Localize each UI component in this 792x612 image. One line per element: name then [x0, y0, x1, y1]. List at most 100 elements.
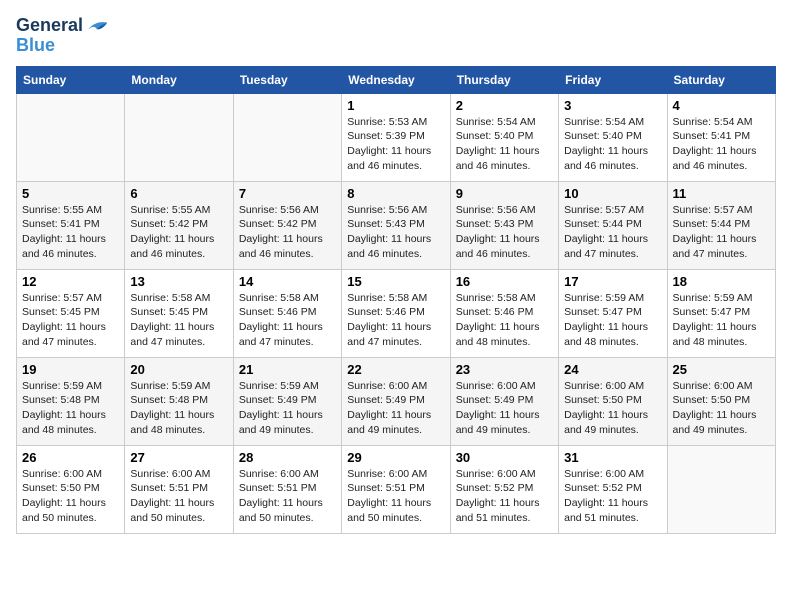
day-number: 13: [130, 274, 227, 289]
day-info: Sunrise: 5:53 AM Sunset: 5:39 PM Dayligh…: [347, 115, 444, 174]
day-info: Sunrise: 6:00 AM Sunset: 5:50 PM Dayligh…: [22, 467, 119, 526]
calendar-cell: 16 Sunrise: 5:58 AM Sunset: 5:46 PM Dayli…: [450, 269, 558, 357]
calendar-week-2: 5 Sunrise: 5:55 AM Sunset: 5:41 PM Daylig…: [17, 181, 776, 269]
day-info: Sunrise: 6:00 AM Sunset: 5:52 PM Dayligh…: [564, 467, 661, 526]
calendar-week-5: 26Sunrise: 6:00 AM Sunset: 5:50 PM Dayli…: [17, 445, 776, 533]
day-info: Sunrise: 6:00 AM Sunset: 5:49 PM Dayligh…: [347, 379, 444, 438]
day-info: Sunrise: 5:56 AM Sunset: 5:42 PM Dayligh…: [239, 203, 336, 262]
day-number: 7: [239, 186, 336, 201]
day-info: Sunrise: 6:00 AM Sunset: 5:49 PM Dayligh…: [456, 379, 553, 438]
weekday-header-friday: Friday: [559, 66, 667, 93]
calendar-week-1: 1 Sunrise: 5:53 AM Sunset: 5:39 PM Daylig…: [17, 93, 776, 181]
calendar-cell: 21 Sunrise: 5:59 AM Sunset: 5:49 PM Dayli…: [233, 357, 341, 445]
calendar-week-4: 19Sunrise: 5:59 AM Sunset: 5:48 PM Dayli…: [17, 357, 776, 445]
logo-blue: Blue: [16, 36, 55, 56]
day-number: 8: [347, 186, 444, 201]
weekday-header-saturday: Saturday: [667, 66, 775, 93]
calendar-cell: [125, 93, 233, 181]
calendar-cell: 20 Sunrise: 5:59 AM Sunset: 5:48 PM Dayli…: [125, 357, 233, 445]
logo-general: General: [16, 16, 83, 36]
day-info: Sunrise: 5:54 AM Sunset: 5:41 PM Dayligh…: [673, 115, 770, 174]
day-number: 12: [22, 274, 119, 289]
day-info: Sunrise: 5:54 AM Sunset: 5:40 PM Dayligh…: [456, 115, 553, 174]
day-info: Sunrise: 6:00 AM Sunset: 5:52 PM Dayligh…: [456, 467, 553, 526]
day-info: Sunrise: 6:00 AM Sunset: 5:51 PM Dayligh…: [130, 467, 227, 526]
calendar-cell: 15 Sunrise: 5:58 AM Sunset: 5:46 PM Dayli…: [342, 269, 450, 357]
calendar-cell: 25 Sunrise: 6:00 AM Sunset: 5:50 PM Dayli…: [667, 357, 775, 445]
day-info: Sunrise: 5:56 AM Sunset: 5:43 PM Dayligh…: [347, 203, 444, 262]
day-info: Sunrise: 5:56 AM Sunset: 5:43 PM Dayligh…: [456, 203, 553, 262]
weekday-header-sunday: Sunday: [17, 66, 125, 93]
calendar-cell: [17, 93, 125, 181]
calendar-cell: [233, 93, 341, 181]
calendar-cell: 4 Sunrise: 5:54 AM Sunset: 5:41 PM Daylig…: [667, 93, 775, 181]
day-number: 18: [673, 274, 770, 289]
day-number: 5: [22, 186, 119, 201]
day-number: 25: [673, 362, 770, 377]
calendar-cell: 14 Sunrise: 5:58 AM Sunset: 5:46 PM Dayli…: [233, 269, 341, 357]
day-number: 31: [564, 450, 661, 465]
day-number: 15: [347, 274, 444, 289]
day-info: Sunrise: 6:00 AM Sunset: 5:50 PM Dayligh…: [673, 379, 770, 438]
calendar-cell: 6Sunrise: 5:55 AM Sunset: 5:42 PM Daylig…: [125, 181, 233, 269]
calendar-table: SundayMondayTuesdayWednesdayThursdayFrid…: [16, 66, 776, 534]
calendar-cell: 19Sunrise: 5:59 AM Sunset: 5:48 PM Dayli…: [17, 357, 125, 445]
day-number: 14: [239, 274, 336, 289]
calendar-cell: 13 Sunrise: 5:58 AM Sunset: 5:45 PM Dayli…: [125, 269, 233, 357]
day-number: 3: [564, 98, 661, 113]
day-info: Sunrise: 5:55 AM Sunset: 5:41 PM Dayligh…: [22, 203, 119, 262]
day-info: Sunrise: 5:59 AM Sunset: 5:48 PM Dayligh…: [22, 379, 119, 438]
calendar-cell: 7 Sunrise: 5:56 AM Sunset: 5:42 PM Daylig…: [233, 181, 341, 269]
day-number: 20: [130, 362, 227, 377]
day-number: 16: [456, 274, 553, 289]
calendar-cell: 29Sunrise: 6:00 AM Sunset: 5:51 PM Dayli…: [342, 445, 450, 533]
day-number: 4: [673, 98, 770, 113]
day-info: Sunrise: 5:59 AM Sunset: 5:47 PM Dayligh…: [673, 291, 770, 350]
day-number: 28: [239, 450, 336, 465]
day-info: Sunrise: 5:57 AM Sunset: 5:45 PM Dayligh…: [22, 291, 119, 350]
calendar-cell: 23 Sunrise: 6:00 AM Sunset: 5:49 PM Dayli…: [450, 357, 558, 445]
day-info: Sunrise: 5:59 AM Sunset: 5:49 PM Dayligh…: [239, 379, 336, 438]
day-number: 23: [456, 362, 553, 377]
day-number: 6: [130, 186, 227, 201]
day-info: Sunrise: 5:58 AM Sunset: 5:46 PM Dayligh…: [347, 291, 444, 350]
calendar-cell: 12 Sunrise: 5:57 AM Sunset: 5:45 PM Dayli…: [17, 269, 125, 357]
calendar-cell: 27 Sunrise: 6:00 AM Sunset: 5:51 PM Dayli…: [125, 445, 233, 533]
calendar-header-row: SundayMondayTuesdayWednesdayThursdayFrid…: [17, 66, 776, 93]
calendar-week-3: 12 Sunrise: 5:57 AM Sunset: 5:45 PM Dayli…: [17, 269, 776, 357]
day-info: Sunrise: 5:58 AM Sunset: 5:46 PM Dayligh…: [456, 291, 553, 350]
calendar-cell: 24 Sunrise: 6:00 AM Sunset: 5:50 PM Dayli…: [559, 357, 667, 445]
day-number: 10: [564, 186, 661, 201]
day-number: 1: [347, 98, 444, 113]
calendar-cell: 2Sunrise: 5:54 AM Sunset: 5:40 PM Daylig…: [450, 93, 558, 181]
calendar-cell: 17 Sunrise: 5:59 AM Sunset: 5:47 PM Dayli…: [559, 269, 667, 357]
day-number: 24: [564, 362, 661, 377]
day-number: 29: [347, 450, 444, 465]
day-info: Sunrise: 6:00 AM Sunset: 5:50 PM Dayligh…: [564, 379, 661, 438]
day-number: 22: [347, 362, 444, 377]
day-info: Sunrise: 5:59 AM Sunset: 5:47 PM Dayligh…: [564, 291, 661, 350]
calendar-cell: 3 Sunrise: 5:54 AM Sunset: 5:40 PM Daylig…: [559, 93, 667, 181]
weekday-header-monday: Monday: [125, 66, 233, 93]
calendar-cell: 9Sunrise: 5:56 AM Sunset: 5:43 PM Daylig…: [450, 181, 558, 269]
calendar-cell: [667, 445, 775, 533]
day-info: Sunrise: 5:58 AM Sunset: 5:46 PM Dayligh…: [239, 291, 336, 350]
day-info: Sunrise: 6:00 AM Sunset: 5:51 PM Dayligh…: [239, 467, 336, 526]
calendar-cell: 26Sunrise: 6:00 AM Sunset: 5:50 PM Dayli…: [17, 445, 125, 533]
day-info: Sunrise: 5:57 AM Sunset: 5:44 PM Dayligh…: [564, 203, 661, 262]
day-number: 21: [239, 362, 336, 377]
day-info: Sunrise: 5:57 AM Sunset: 5:44 PM Dayligh…: [673, 203, 770, 262]
calendar-cell: 31 Sunrise: 6:00 AM Sunset: 5:52 PM Dayli…: [559, 445, 667, 533]
day-info: Sunrise: 5:58 AM Sunset: 5:45 PM Dayligh…: [130, 291, 227, 350]
day-number: 11: [673, 186, 770, 201]
day-number: 27: [130, 450, 227, 465]
day-info: Sunrise: 5:54 AM Sunset: 5:40 PM Dayligh…: [564, 115, 661, 174]
calendar-cell: 22 Sunrise: 6:00 AM Sunset: 5:49 PM Dayli…: [342, 357, 450, 445]
weekday-header-tuesday: Tuesday: [233, 66, 341, 93]
logo-bird-icon: [85, 17, 109, 35]
calendar-cell: 10 Sunrise: 5:57 AM Sunset: 5:44 PM Dayli…: [559, 181, 667, 269]
calendar-cell: 5 Sunrise: 5:55 AM Sunset: 5:41 PM Daylig…: [17, 181, 125, 269]
day-info: Sunrise: 5:59 AM Sunset: 5:48 PM Dayligh…: [130, 379, 227, 438]
day-number: 17: [564, 274, 661, 289]
weekday-header-wednesday: Wednesday: [342, 66, 450, 93]
